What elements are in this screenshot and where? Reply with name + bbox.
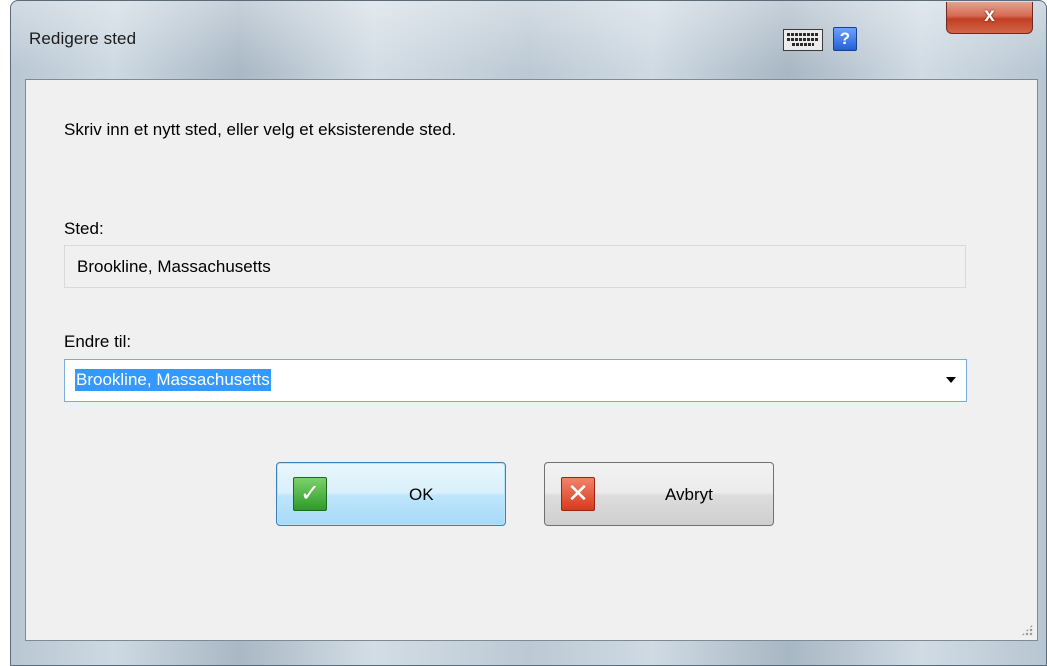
change-to-input[interactable]: Brookline, Massachusetts	[75, 369, 271, 391]
dialog-window: Redigere sted ? x Skriv inn et nytt sted…	[10, 0, 1047, 666]
close-button[interactable]: x	[946, 2, 1033, 34]
dialog-content: Skriv inn et nytt sted, eller velg et ek…	[25, 79, 1038, 641]
x-icon: ✕	[561, 477, 595, 511]
instruction-text: Skriv inn et nytt sted, eller velg et ek…	[64, 120, 457, 139]
window-title: Redigere sted	[29, 29, 137, 48]
ok-button[interactable]: ✓ OK	[276, 462, 506, 526]
cancel-button[interactable]: ✕ Avbryt	[544, 462, 774, 526]
ok-button-label: OK	[409, 485, 434, 504]
change-to-label: Endre til:	[64, 332, 132, 351]
check-icon: ✓	[293, 477, 327, 511]
title-bar[interactable]: Redigere sted ? x	[11, 1, 1046, 79]
change-to-combobox[interactable]: Brookline, Massachusetts	[64, 359, 967, 402]
help-icon[interactable]: ?	[833, 27, 857, 51]
keyboard-icon[interactable]	[783, 29, 823, 51]
place-label: Sted:	[64, 219, 104, 238]
chevron-down-icon[interactable]	[946, 377, 956, 383]
current-place-field: Brookline, Massachusetts	[64, 245, 966, 288]
resize-grip[interactable]	[1021, 624, 1033, 636]
cancel-button-label: Avbryt	[665, 485, 713, 504]
close-icon: x	[984, 5, 995, 26]
